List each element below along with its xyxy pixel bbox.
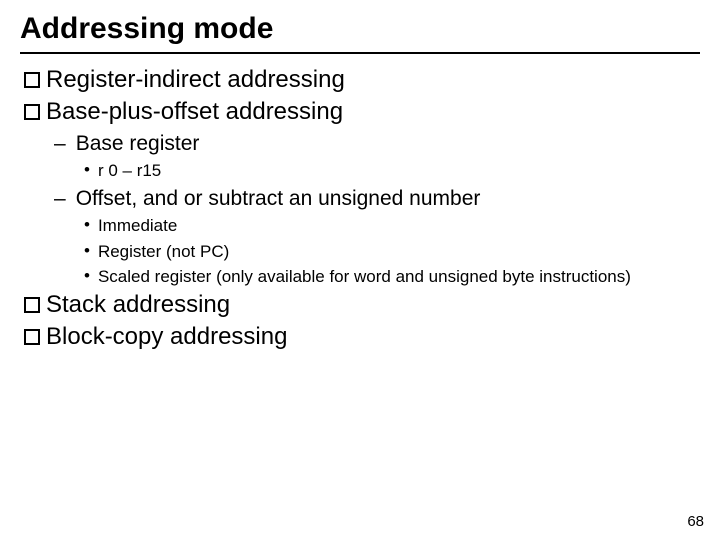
item-text: Stack addressing xyxy=(46,291,230,319)
square-bullet-icon xyxy=(24,104,40,120)
list-item: – Offset, and or subtract an unsigned nu… xyxy=(54,187,700,211)
item-text: r 0 – r15 xyxy=(98,160,161,181)
dot-bullet-icon: • xyxy=(84,160,90,180)
list-item: • Register (not PC) xyxy=(84,241,700,262)
item-text: Block-copy addressing xyxy=(46,323,287,351)
dash-bullet-icon: – xyxy=(54,132,66,156)
dash-bullet-icon: – xyxy=(54,187,66,211)
list-item: Base-plus-offset addressing xyxy=(24,98,700,126)
dot-bullet-icon: • xyxy=(84,215,90,235)
square-bullet-icon xyxy=(24,72,40,88)
list-item: • Scaled register (only available for wo… xyxy=(84,266,700,287)
square-bullet-icon xyxy=(24,329,40,345)
slide: Addressing mode Register-indirect addres… xyxy=(0,0,720,540)
slide-title: Addressing mode xyxy=(20,12,700,54)
item-text: Offset, and or subtract an unsigned numb… xyxy=(76,187,481,211)
list-item: Register-indirect addressing xyxy=(24,66,700,94)
list-item: Stack addressing xyxy=(24,291,700,319)
square-bullet-icon xyxy=(24,297,40,313)
page-number: 68 xyxy=(687,513,704,530)
dot-bullet-icon: • xyxy=(84,241,90,261)
item-text: Base-plus-offset addressing xyxy=(46,98,343,126)
item-text: Scaled register (only available for word… xyxy=(98,266,631,287)
item-text: Register (not PC) xyxy=(98,241,229,262)
list-item: • r 0 – r15 xyxy=(84,160,700,181)
item-text: Register-indirect addressing xyxy=(46,66,345,94)
list-item: Block-copy addressing xyxy=(24,323,700,351)
item-text: Immediate xyxy=(98,215,177,236)
item-text: Base register xyxy=(76,132,200,156)
dot-bullet-icon: • xyxy=(84,266,90,286)
list-item: – Base register xyxy=(54,132,700,156)
list-item: • Immediate xyxy=(84,215,700,236)
